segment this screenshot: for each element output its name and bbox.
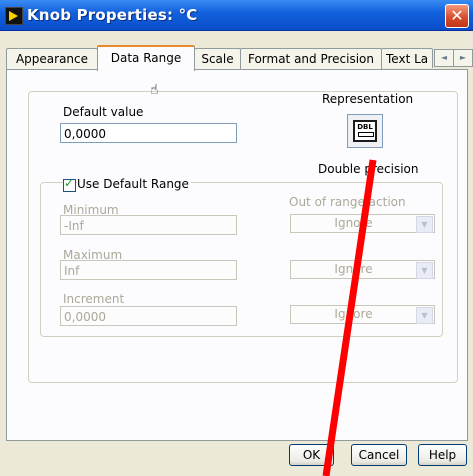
maximum-out-of-range-select[interactable]: Ignore ▼ bbox=[290, 260, 435, 279]
tab-scroll-right-icon[interactable]: ► bbox=[453, 49, 473, 67]
increment-input[interactable]: 0,0000 bbox=[60, 306, 237, 326]
cancel-button[interactable]: Cancel bbox=[351, 444, 407, 466]
chevron-down-icon: ▼ bbox=[416, 307, 433, 324]
tab-appearance[interactable]: Appearance bbox=[6, 48, 98, 69]
minimum-input[interactable]: -Inf bbox=[60, 215, 237, 235]
use-default-range-label: Use Default Range bbox=[77, 177, 191, 191]
tab-data-range[interactable]: Data Range bbox=[97, 45, 195, 71]
title-bar: Knob Properties: °C ✕ bbox=[0, 0, 473, 31]
tab-scroll-left-icon[interactable]: ◄ bbox=[434, 49, 454, 67]
tab-format-and-precision[interactable]: Format and Precision bbox=[240, 48, 382, 69]
chevron-down-icon: ▼ bbox=[416, 216, 433, 233]
window-title: Knob Properties: °C bbox=[27, 6, 198, 24]
dialog-body: Appearance Data Range Scale Format and P… bbox=[0, 31, 473, 476]
out-of-range-action-label: Out of range action bbox=[289, 195, 406, 209]
minimum-out-of-range-value: Ignore bbox=[334, 216, 373, 230]
increment-out-of-range-value: Ignore bbox=[334, 307, 373, 321]
chevron-down-icon: ▼ bbox=[416, 262, 433, 279]
use-default-range-checkbox[interactable] bbox=[63, 176, 76, 192]
representation-label: Representation bbox=[322, 92, 414, 106]
default-value-label: Default value bbox=[63, 105, 144, 119]
close-button[interactable]: ✕ bbox=[445, 4, 469, 28]
tab-scale[interactable]: Scale bbox=[194, 48, 241, 69]
ok-button[interactable]: OK bbox=[289, 444, 334, 466]
maximum-out-of-range-value: Ignore bbox=[334, 262, 373, 276]
maximum-input[interactable]: Inf bbox=[60, 260, 237, 280]
default-value-input[interactable]: 0,0000 bbox=[60, 123, 237, 143]
increment-label: Increment bbox=[63, 292, 125, 306]
labview-app-icon bbox=[5, 7, 23, 25]
minimum-out-of-range-select[interactable]: Ignore ▼ bbox=[290, 214, 435, 233]
hand-cursor-icon: ☝ bbox=[150, 82, 159, 98]
help-button[interactable]: Help bbox=[418, 444, 467, 466]
dbl-icon-text: DBL bbox=[357, 123, 373, 131]
increment-out-of-range-select[interactable]: Ignore ▼ bbox=[290, 305, 435, 324]
tab-text-labels[interactable]: Text La bbox=[381, 48, 433, 68]
representation-caption: Double precision bbox=[318, 162, 419, 176]
representation-button[interactable]: DBL bbox=[347, 114, 383, 148]
dbl-icon: DBL bbox=[353, 120, 377, 142]
tab-strip: Appearance Data Range Scale Format and P… bbox=[0, 45, 473, 71]
